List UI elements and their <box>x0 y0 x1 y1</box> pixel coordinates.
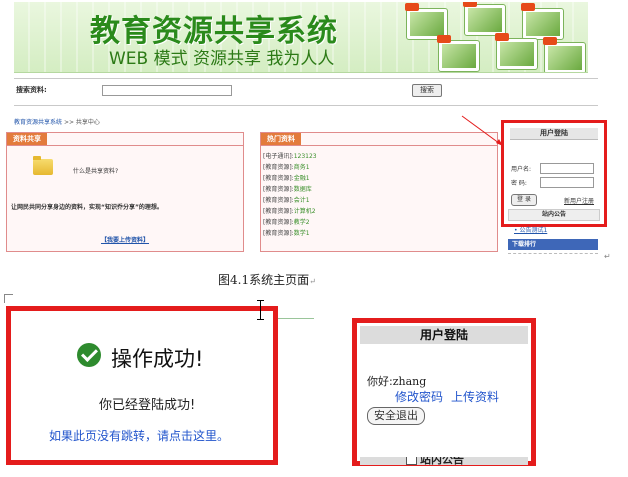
item-category: [教育资源]: <box>263 208 294 215</box>
item-category: [教育资源]: <box>263 197 294 204</box>
sidebar-extra: 站内公告 • 公告测试1 下载排行 <box>508 205 600 260</box>
tab-resource-share[interactable]: 资料共享 <box>7 133 47 145</box>
item-category: [教育资源]: <box>263 186 294 193</box>
password-field[interactable] <box>540 177 594 188</box>
change-password-link[interactable]: 修改密码 <box>395 390 443 404</box>
share-description: 让网民共同分享身边的资料，实现“知识乔分享”的理想。 <box>11 204 163 211</box>
banner-slogan: WEB 模式 资源共享 我为人人 <box>109 49 335 69</box>
download-rank-header: 下载排行 <box>508 239 598 250</box>
upload-resource-link[interactable]: 【我要上传资料】 <box>101 235 149 244</box>
item-link[interactable]: 计算机2 <box>294 208 316 215</box>
greeting: 你好:zhang <box>367 373 426 389</box>
logout-button[interactable]: 安全退出 <box>367 407 425 425</box>
list-item: [教育资源]:教学2 <box>263 217 317 228</box>
item-category: [教育资源]: <box>263 230 294 237</box>
greeting-label: 你好: <box>367 375 393 388</box>
item-category: [教育资源]: <box>263 164 294 171</box>
user-links: 修改密码 上传资料 <box>395 388 507 405</box>
breadcrumb-home-link[interactable]: 教育资源共享系统 <box>14 119 62 126</box>
list-item: [教育资源]:计算机2 <box>263 206 317 217</box>
search-label: 搜索资料: <box>16 86 47 94</box>
banner-thumbnail-image <box>463 2 506 36</box>
register-link[interactable]: 新用户注册 <box>564 196 594 205</box>
announcement-header: 站内公告 <box>508 209 600 221</box>
text-cursor <box>257 300 264 320</box>
username-text: zhang <box>392 375 427 388</box>
list-item: [教育资源]:商务1 <box>263 162 317 173</box>
breadcrumb: 教育资源共享系统 >> 共享中心 <box>14 117 100 126</box>
username-label: 用户名: <box>511 166 532 173</box>
list-item: [教育资源]:数据库 <box>263 184 317 195</box>
list-item: [教育资源]:数学1 <box>263 228 317 239</box>
item-link[interactable]: 教学2 <box>294 219 310 226</box>
list-item: [教育资源]:金融1 <box>263 173 317 184</box>
banner-thumbnail-image <box>521 3 564 40</box>
hot-resources-panel: 热门资料 [电子通讯]:123123 [教育资源]:商务1 [教育资源]:金融1… <box>260 132 498 252</box>
item-link[interactable]: 金融1 <box>294 175 310 182</box>
breadcrumb-separator: >> <box>63 119 74 126</box>
banner-thumbnail-image <box>543 37 586 72</box>
notice-icon <box>406 457 417 465</box>
item-category: [电子通讯]: <box>263 153 294 160</box>
item-link[interactable]: 商务1 <box>294 164 310 171</box>
success-message: 你已经登陆成功! <box>99 398 196 413</box>
caption-text: 图4.1系统主页面 <box>218 273 310 287</box>
announcement-footer: 站内公告 <box>360 457 528 465</box>
list-item: [教育资源]:会计1 <box>263 195 317 206</box>
share-question: 什么是共享资料? <box>73 168 119 175</box>
search-button[interactable]: 搜索 <box>412 84 442 97</box>
item-link[interactable]: 数学1 <box>294 230 310 237</box>
search-input[interactable] <box>102 85 232 96</box>
return-mark: ↵ <box>309 277 316 286</box>
divider <box>278 318 314 319</box>
logged-in-title: 用户登陆 <box>360 326 528 344</box>
item-link[interactable]: 数据库 <box>294 186 312 193</box>
announcement-footer-label: 站内公告 <box>420 457 464 465</box>
password-label: 密 码: <box>511 180 527 187</box>
logged-in-panel: 用户登陆 你好:zhang 修改密码 上传资料 安全退出 站内公告 <box>352 318 536 466</box>
return-mark: ↵ <box>604 252 611 261</box>
item-link[interactable]: 123123 <box>294 153 317 160</box>
checkmark-icon <box>77 343 101 367</box>
redirect-link[interactable]: 如果此页没有跳转，请点击这里。 <box>49 427 229 444</box>
breadcrumb-current: 共享中心 <box>75 119 100 126</box>
upload-resource-link[interactable]: 上传资料 <box>451 390 499 404</box>
figure-caption: 图4.1系统主页面↵ <box>218 271 316 288</box>
item-category: [教育资源]: <box>263 175 294 182</box>
hot-resources-list: [电子通讯]:123123 [教育资源]:商务1 [教育资源]:金融1 [教育资… <box>263 151 317 239</box>
search-bar: 搜索资料: 搜索 <box>14 78 598 106</box>
login-box-title: 用户登陆 <box>510 128 598 140</box>
list-item: [电子通讯]:123123 <box>263 151 317 162</box>
margin-mark <box>4 294 13 303</box>
item-link[interactable]: 会计1 <box>294 197 310 204</box>
folder-icon <box>33 156 53 175</box>
site-banner: 教育资源共享系统 WEB 模式 资源共享 我为人人 <box>14 2 588 73</box>
resource-share-panel: 资料共享 什么是共享资料? 让网民共同分享身边的资料，实现“知识乔分享”的理想。… <box>6 132 244 252</box>
username-field[interactable] <box>540 163 594 174</box>
tab-hot-resources[interactable]: 热门资料 <box>261 133 301 145</box>
operation-success-panel: 操作成功! 你已经登陆成功! 如果此页没有跳转，请点击这里。 <box>6 306 278 465</box>
item-category: [教育资源]: <box>263 219 294 226</box>
banner-thumbnail-image <box>495 33 538 70</box>
success-title: 操作成功! <box>111 347 204 371</box>
banner-thumbnail-image <box>437 35 480 72</box>
announcement-item-link[interactable]: • 公告测试1 <box>514 225 547 234</box>
